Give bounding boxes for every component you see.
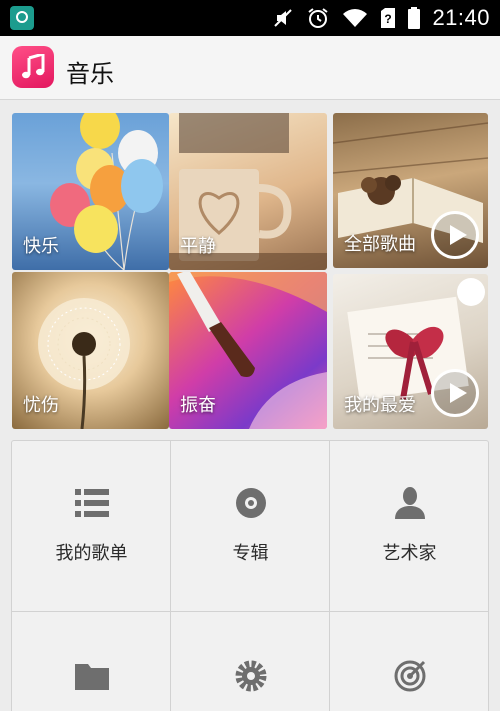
alarm-icon (308, 8, 329, 28)
disc-icon (235, 488, 266, 518)
folder-icon (74, 664, 109, 690)
mute-icon (274, 9, 293, 27)
music-note-icon[interactable] (12, 46, 54, 88)
tile-calm[interactable]: 平静 (169, 113, 327, 270)
category-label: 我的歌单 (55, 543, 128, 564)
category-label: 艺术家 (382, 543, 437, 564)
tile-excited[interactable]: 振奋 (169, 272, 327, 429)
category-playlists[interactable]: 我的歌单 (12, 441, 171, 611)
huawei-logo-icon (10, 6, 34, 30)
tile-label: 振奋 (180, 395, 216, 416)
artist-icon (394, 487, 425, 519)
category-label: 专辑 (232, 543, 269, 564)
status-bar: ? 21:40 (0, 0, 500, 36)
battery-icon (408, 7, 421, 29)
tile-label: 我的最爱 (344, 395, 416, 416)
status-icons: ? 21:40 (272, 0, 490, 36)
play-all-button[interactable] (431, 211, 479, 259)
mood-tiles: 快乐 平静 全部歌曲 忧伤 振奋 我的最爱 (12, 113, 488, 429)
svg-text:?: ? (385, 12, 392, 26)
tile-all-songs[interactable]: 全部歌曲 (333, 113, 488, 268)
category-grid: 我的歌单 专辑 艺术家 (11, 440, 489, 711)
settings-gear-icon (235, 660, 266, 692)
category-settings[interactable] (171, 612, 330, 711)
status-time: 21:40 (432, 5, 490, 30)
playlist-icon (74, 489, 109, 517)
tile-label: 快乐 (23, 236, 59, 257)
wifi-icon (343, 9, 368, 27)
target-icon (394, 660, 425, 692)
category-folders[interactable] (12, 612, 171, 711)
tile-happy[interactable]: 快乐 (12, 113, 169, 270)
app-title: 音乐 (66, 60, 114, 88)
category-target[interactable] (330, 612, 489, 711)
app-bar: 音乐 (0, 36, 500, 100)
category-albums[interactable]: 专辑 (171, 441, 330, 611)
tile-sad[interactable]: 忧伤 (12, 272, 169, 429)
play-favorites-button[interactable] (431, 369, 479, 417)
sim-unknown-icon: ? (381, 8, 396, 28)
tile-label: 全部歌曲 (344, 234, 416, 255)
tile-favorites[interactable]: 我的最爱 (333, 274, 488, 429)
tile-label: 忧伤 (23, 395, 59, 416)
tile-label: 平静 (180, 236, 216, 257)
category-artists[interactable]: 艺术家 (330, 441, 489, 611)
